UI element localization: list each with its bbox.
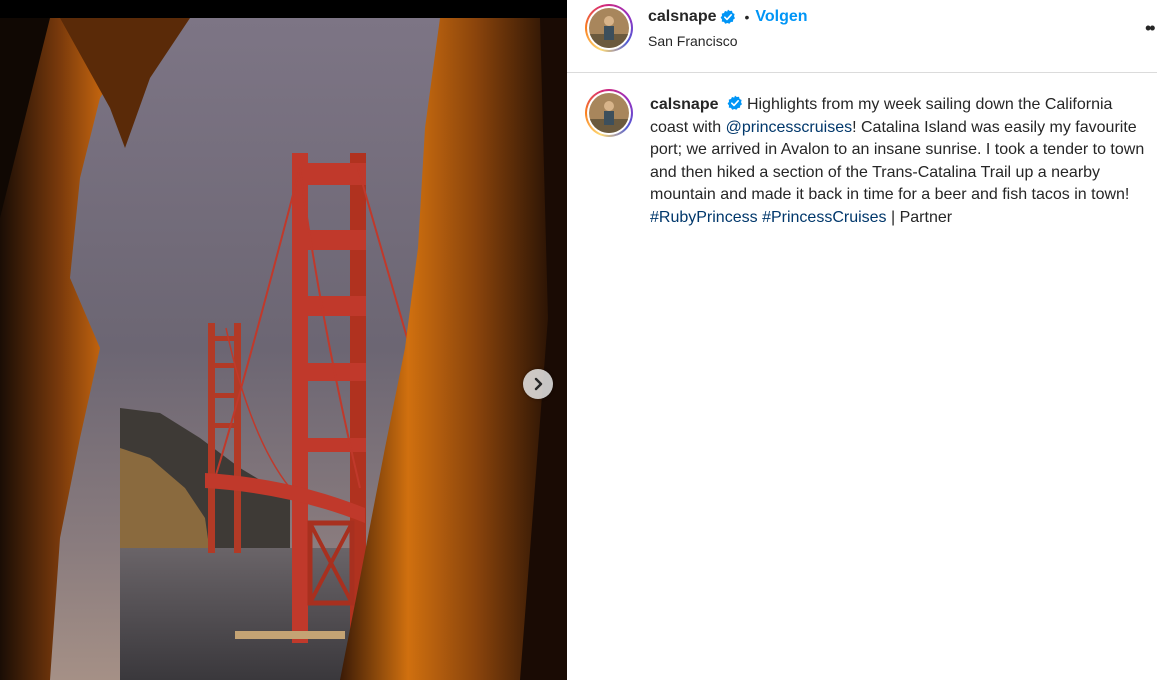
caption-username-link[interactable]: calsnape	[650, 96, 718, 113]
caption-avatar[interactable]	[585, 89, 633, 137]
verified-badge-icon	[721, 9, 736, 24]
post-media	[0, 0, 567, 680]
profile-photo	[589, 93, 629, 133]
hashtag-link[interactable]: #PrincessCruises	[762, 209, 886, 226]
verified-badge-icon	[727, 95, 742, 110]
carousel-next-button[interactable]	[523, 369, 553, 399]
golden-gate-bridge-photo	[0, 18, 567, 680]
post-header: calsnape • Volgen San Francisco ••	[567, 0, 1157, 73]
more-options-button[interactable]: ••	[1145, 18, 1156, 39]
location-link[interactable]: San Francisco	[648, 33, 737, 49]
follow-button[interactable]: Volgen	[755, 8, 807, 26]
more-icon: ••	[1145, 18, 1156, 38]
avatar[interactable]	[585, 4, 633, 52]
mention-link[interactable]: @princesscruises	[726, 119, 853, 136]
separator-dot: •	[744, 9, 750, 25]
post-photo	[0, 18, 567, 680]
username-link[interactable]: calsnape	[648, 8, 716, 26]
post-caption: calsnape Highlights from my week sailing…	[650, 94, 1155, 229]
post-details-panel: calsnape • Volgen San Francisco •• calsn…	[567, 0, 1157, 680]
chevron-right-icon	[534, 377, 543, 391]
hashtag-link[interactable]: #RubyPrincess	[650, 209, 758, 226]
partner-label: | Partner	[886, 208, 953, 226]
profile-photo	[589, 8, 629, 48]
